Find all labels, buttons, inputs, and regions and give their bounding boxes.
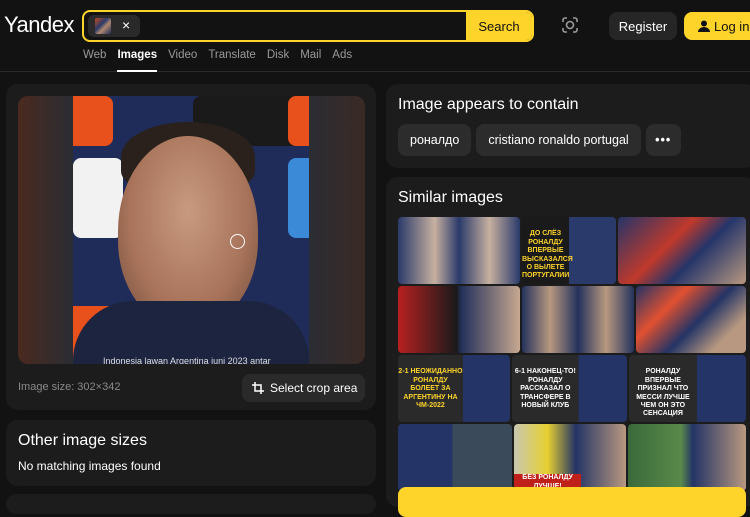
- grid-row: ДО СЛЁЗ РОНАЛДУ ВПЕРВЫЕ ВЫСКАЗАЛСЯ О ВЫЛ…: [398, 217, 750, 284]
- tag-list: роналдо cristiano ronaldo portugal •••: [398, 124, 681, 156]
- tab-images[interactable]: Images: [117, 49, 157, 72]
- more-tags-button[interactable]: •••: [645, 124, 681, 156]
- query-image[interactable]: Indonesia lawan Argentina juni 2023 anta…: [18, 96, 365, 364]
- other-sizes-card: Other image sizes No matching images fou…: [6, 420, 376, 486]
- crop-icon: [252, 382, 264, 394]
- similar-image[interactable]: ДО СЛЁЗ РОНАЛДУ ВПЕРВЫЕ ВЫСКАЗАЛСЯ О ВЫЛ…: [522, 217, 616, 284]
- query-image-content: [73, 96, 309, 364]
- similar-image[interactable]: [628, 424, 746, 491]
- tag-ronaldo[interactable]: роналдо: [398, 124, 472, 156]
- image-size-label: Image size: 302×342: [18, 381, 121, 393]
- service-nav: Web Images Video Translate Disk Mail Ads: [83, 49, 363, 72]
- close-icon[interactable]: ×: [122, 17, 130, 33]
- similar-image[interactable]: 6-1 НАКОНЕЦ-ТО! РОНАЛДУ РАССКАЗАЛ О ТРАН…: [512, 355, 627, 422]
- other-sizes-message: No matching images found: [18, 459, 161, 473]
- similar-image[interactable]: [398, 424, 512, 491]
- similar-image[interactable]: БЕЗ РОНАЛДУ ЛУЧШЕ!: [514, 424, 626, 491]
- contains-title: Image appears to contain: [398, 96, 579, 113]
- crop-label: Select crop area: [270, 381, 358, 395]
- register-button[interactable]: Register: [609, 12, 677, 40]
- tab-web[interactable]: Web: [83, 49, 106, 71]
- image-contains-card: Image appears to contain роналдо cristia…: [386, 84, 750, 168]
- tab-disk[interactable]: Disk: [267, 49, 289, 71]
- user-icon: [698, 20, 710, 32]
- grid-row: БЕЗ РОНАЛДУ ЛУЧШЕ!: [398, 424, 750, 491]
- tag-cristiano-ronaldo-portugal[interactable]: cristiano ronaldo portugal: [476, 124, 641, 156]
- similar-images-card: Similar images ДО СЛЁЗ РОНАЛДУ ВПЕРВЫЕ В…: [386, 177, 750, 517]
- header: Yandex × Search Register Log in Web Imag…: [0, 0, 750, 72]
- similar-images-title: Similar images: [398, 189, 503, 206]
- similar-image[interactable]: 2-1 НЕОЖИДАННО РОНАЛДУ БОЛЕЕТ ЗА АРГЕНТИ…: [398, 355, 510, 422]
- login-label: Log in: [714, 18, 750, 34]
- similar-image[interactable]: [618, 217, 746, 284]
- yandex-logo[interactable]: Yandex: [4, 12, 74, 38]
- crop-focus-marker[interactable]: [230, 234, 245, 249]
- search-box[interactable]: × Search: [82, 10, 534, 42]
- tab-translate[interactable]: Translate: [208, 49, 256, 71]
- camera-search-icon[interactable]: [561, 16, 579, 34]
- similar-image[interactable]: [398, 286, 520, 353]
- tab-ads[interactable]: Ads: [332, 49, 352, 71]
- query-image-thumbnail: [95, 18, 111, 34]
- next-card: [6, 494, 376, 514]
- select-crop-area-button[interactable]: Select crop area: [242, 374, 365, 402]
- similar-image[interactable]: [398, 217, 520, 284]
- image-caption: Indonesia lawan Argentina juni 2023 anta…: [103, 356, 271, 364]
- other-sizes-title: Other image sizes: [18, 432, 147, 449]
- similar-image[interactable]: РОНАЛДУ ВПЕРВЫЕ ПРИЗНАЛ ЧТО МЕССИ ЛУЧШЕ …: [629, 355, 746, 422]
- query-image-card: Indonesia lawan Argentina juni 2023 anta…: [6, 84, 376, 410]
- search-button[interactable]: Search: [466, 12, 532, 40]
- tab-mail[interactable]: Mail: [300, 49, 321, 71]
- tab-video[interactable]: Video: [168, 49, 197, 71]
- similar-images-grid: ДО СЛЁЗ РОНАЛДУ ВПЕРВЫЕ ВЫСКАЗАЛСЯ О ВЫЛ…: [398, 217, 750, 493]
- similar-image[interactable]: [636, 286, 746, 353]
- similar-image[interactable]: [522, 286, 634, 353]
- show-more-similar-button[interactable]: [398, 487, 746, 517]
- login-button[interactable]: Log in: [684, 12, 750, 40]
- grid-row: [398, 286, 750, 353]
- image-chip: ×: [88, 15, 140, 37]
- grid-row: 2-1 НЕОЖИДАННО РОНАЛДУ БОЛЕЕТ ЗА АРГЕНТИ…: [398, 355, 750, 422]
